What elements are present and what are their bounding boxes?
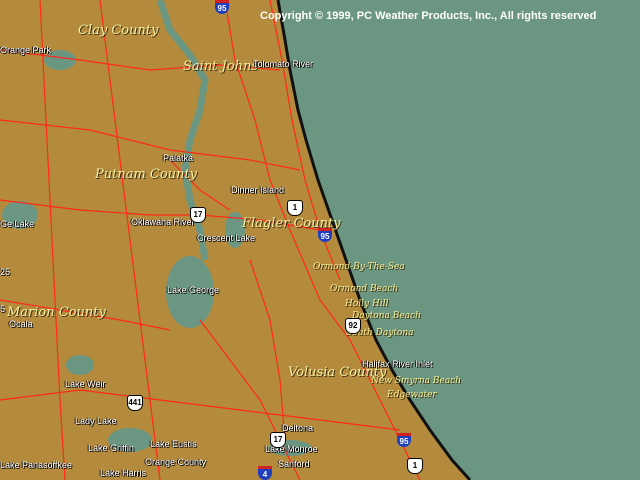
beach-edgewater: Edgewater xyxy=(387,390,437,400)
interstate-shield-4: 4 xyxy=(258,466,272,480)
place-tolomato-river: Tolomato River xyxy=(253,59,314,69)
place-lake-griffin: Lake Griffin xyxy=(88,443,134,453)
place-ocala: Ocala xyxy=(9,319,33,329)
county-saint-johns: Saint Johns xyxy=(183,59,258,74)
copyright-notice: Copyright © 1999, PC Weather Products, I… xyxy=(260,10,597,22)
place-lake-harris: Lake Harris xyxy=(100,468,147,478)
place-halifax-river-inlet: Halifax River Inlet xyxy=(362,359,433,369)
interstate-shield-95: 95 xyxy=(397,433,411,447)
place-lady-lake: Lady Lake xyxy=(75,416,117,426)
interstate-shield-95: 95 xyxy=(215,0,229,14)
beach-daytona-beach: Daytona Beach xyxy=(352,311,421,321)
beach-ormond-by-the-sea: Ormond-By-The-Sea xyxy=(313,262,405,272)
us-route-shield-441: 441 xyxy=(127,395,143,411)
partial-label-25: 25 xyxy=(0,267,11,277)
place-lake-panasoffkee: Lake Panasoffkee xyxy=(0,460,72,470)
place-dinner-island: Dinner Island xyxy=(231,185,285,195)
place-palatka: Palatka xyxy=(163,153,194,163)
us-route-shield-92: 92 xyxy=(345,318,361,334)
beach-ormond-beach: Ormond Beach xyxy=(330,284,399,294)
place-oklawaha-river: Oklawaha River xyxy=(131,217,195,227)
beach-new-smyrna-beach: New Smyrna Beach xyxy=(371,376,462,386)
county-putnam: Putnam County xyxy=(95,167,198,182)
us-route-shield-17: 17 xyxy=(270,432,286,448)
place-orange-park: Orange Park xyxy=(0,45,52,55)
county-marion: Marion County xyxy=(7,305,106,320)
place-orange-county: Orange County xyxy=(145,457,207,467)
place-crescent-lake: Crescent Lake xyxy=(197,233,256,243)
us-route-shield-1: 1 xyxy=(287,200,303,216)
place-deltona: Deltona xyxy=(282,423,314,433)
beach-holly-hill: Holly Hill xyxy=(345,299,389,309)
interstate-shield-95: 95 xyxy=(318,228,332,242)
place-lake-weir: Lake Weir xyxy=(65,379,106,389)
place-lake-eustis: Lake Eustis xyxy=(150,439,197,449)
us-route-shield-1: 1 xyxy=(407,458,423,474)
place-lake-george: Lake George xyxy=(167,285,220,295)
partial-label-5: 5 xyxy=(0,304,6,314)
lake-weir xyxy=(66,355,94,375)
county-clay: Clay County xyxy=(78,23,159,38)
place-ge-lake: Ge Lake xyxy=(0,219,35,229)
weather-map: Copyright © 1999, PC Weather Products, I… xyxy=(0,0,640,480)
us-route-shield-17: 17 xyxy=(190,207,206,223)
place-sanford: Sanford xyxy=(278,459,310,469)
